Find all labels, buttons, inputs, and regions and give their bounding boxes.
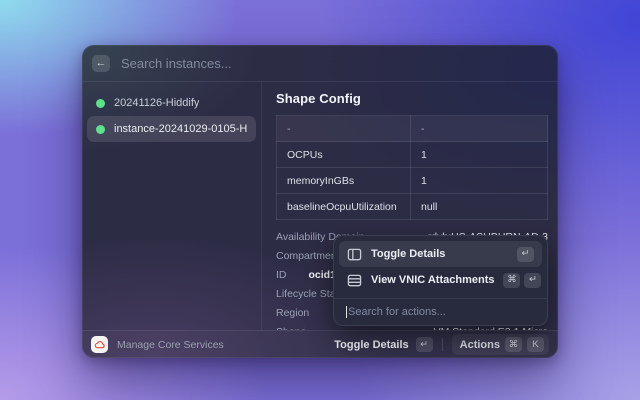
shape-config-table: - - OCPUs 1 memoryInGBs 1 baselineOcpuUt…: [276, 115, 548, 220]
table-cell-key: OCPUs: [277, 142, 411, 168]
status-dot-icon: [96, 125, 105, 134]
table-cell-key: baselineOcpuUtilization: [277, 194, 411, 220]
footer-actions: Toggle Details ↵ Actions ⌘ K: [334, 334, 549, 355]
meta-label: ID: [276, 269, 287, 281]
actions-search-input[interactable]: [348, 306, 535, 318]
oracle-cloud-icon: [91, 336, 108, 353]
instance-name: instance-20241029-0105-Hesti…: [114, 123, 247, 135]
table-cell-value: null: [411, 194, 548, 220]
actions-popup: Toggle Details ↵ View VNIC Attachments ⌘…: [333, 235, 548, 326]
cmd-key-badge: ⌘: [503, 273, 520, 288]
list-item-instance[interactable]: 20241126-Hiddify: [87, 90, 256, 116]
launcher-window: ← 20241126-Hiddify instance-20241029-010…: [82, 45, 558, 358]
search-input[interactable]: [121, 56, 548, 71]
rows-icon: [347, 273, 362, 288]
list-item-instance-selected[interactable]: instance-20241029-0105-Hesti…: [87, 116, 256, 142]
action-label: View VNIC Attachments: [371, 274, 494, 286]
primary-action-button[interactable]: Toggle Details ↵: [334, 337, 432, 352]
status-dot-icon: [96, 99, 105, 108]
table-row: memoryInGBs 1: [277, 168, 548, 194]
table-cell-value: -: [411, 116, 548, 142]
action-item-view-vnic[interactable]: View VNIC Attachments ⌘ ↵: [339, 267, 542, 293]
back-button[interactable]: ←: [92, 55, 110, 72]
action-label: Toggle Details: [371, 248, 508, 260]
primary-action-label: Toggle Details: [334, 339, 408, 351]
footer-bar: Manage Core Services Toggle Details ↵ Ac…: [82, 330, 558, 358]
actions-menu-button[interactable]: Actions ⌘ K: [452, 334, 549, 355]
back-arrow-icon: ←: [96, 58, 107, 69]
table-cell-key: memoryInGBs: [277, 168, 411, 194]
enter-key-badge: ↵: [416, 337, 433, 352]
cmd-key-badge: ⌘: [505, 337, 522, 352]
table-row: baselineOcpuUtilization null: [277, 194, 548, 220]
actions-menu-label: Actions: [460, 339, 500, 351]
enter-key-badge: ↵: [517, 247, 534, 262]
text-cursor: [346, 306, 347, 318]
meta-label: Region: [276, 307, 309, 319]
instance-name: 20241126-Hiddify: [114, 97, 199, 109]
actions-popup-list: Toggle Details ↵ View VNIC Attachments ⌘…: [334, 236, 547, 298]
table-row: OCPUs 1: [277, 142, 548, 168]
table-cell-value: 1: [411, 142, 548, 168]
sidebar-toggle-icon: [347, 247, 362, 262]
k-key-badge: K: [527, 337, 544, 352]
section-title: Shape Config: [276, 91, 548, 106]
table-cell-value: 1: [411, 168, 548, 194]
footer-divider: [442, 338, 443, 351]
header: ←: [82, 45, 558, 82]
action-item-toggle-details[interactable]: Toggle Details ↵: [339, 241, 542, 267]
table-cell-key: -: [277, 116, 411, 142]
app-name: Manage Core Services: [117, 339, 334, 351]
actions-search-row: [334, 298, 547, 325]
instance-list: 20241126-Hiddify instance-20241029-0105-…: [82, 82, 262, 330]
table-row: - -: [277, 116, 548, 142]
enter-key-badge: ↵: [524, 273, 541, 288]
